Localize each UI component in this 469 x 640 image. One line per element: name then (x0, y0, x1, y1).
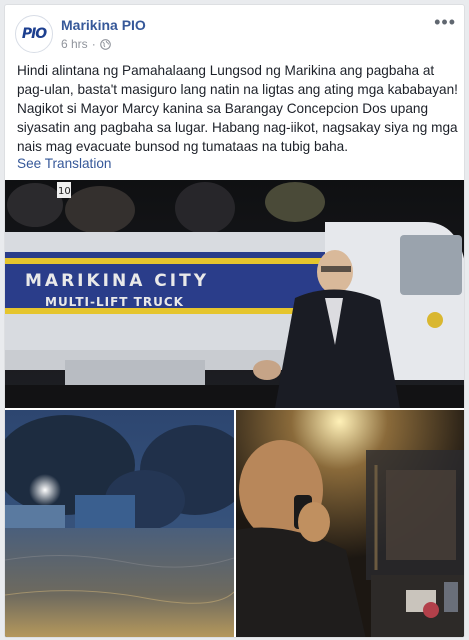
photo-mayor-on-truck[interactable]: MARIKINA CITY MULTI-LIFT TRUCK 10 (5, 180, 464, 408)
post-card: PIO Marikina PIO 6 hrs · ••• Hindi alint… (4, 4, 465, 638)
page-name-link[interactable]: Marikina PIO (61, 17, 146, 33)
see-translation-link[interactable]: See Translation (17, 156, 111, 171)
more-horizontal-icon[interactable]: ••• (434, 13, 456, 31)
post-header: PIO Marikina PIO 6 hrs · ••• (15, 13, 456, 59)
flood-scene-illustration (5, 410, 234, 637)
truck-label-line2: MULTI-LIFT TRUCK (45, 295, 184, 309)
post-meta: 6 hrs · (61, 37, 111, 51)
timestamp-link[interactable]: 6 hrs (61, 37, 88, 51)
avatar[interactable]: PIO (15, 15, 53, 53)
truck-plate-number: 10 (58, 186, 71, 197)
post-body-text: Hindi alintana ng Pamahalaang Lungsod ng… (17, 63, 458, 154)
photo-mayor-on-phone[interactable] (236, 410, 464, 637)
truck-label-line1: MARIKINA CITY (25, 271, 209, 291)
meta-separator: · (91, 37, 96, 51)
globe-icon[interactable] (99, 38, 111, 50)
truck-scene-illustration: MARIKINA CITY MULTI-LIFT TRUCK 10 (5, 180, 464, 408)
photo-flooded-street[interactable] (5, 410, 234, 637)
avatar-logo-text: PIO (21, 26, 47, 42)
phone-call-illustration (236, 410, 464, 637)
